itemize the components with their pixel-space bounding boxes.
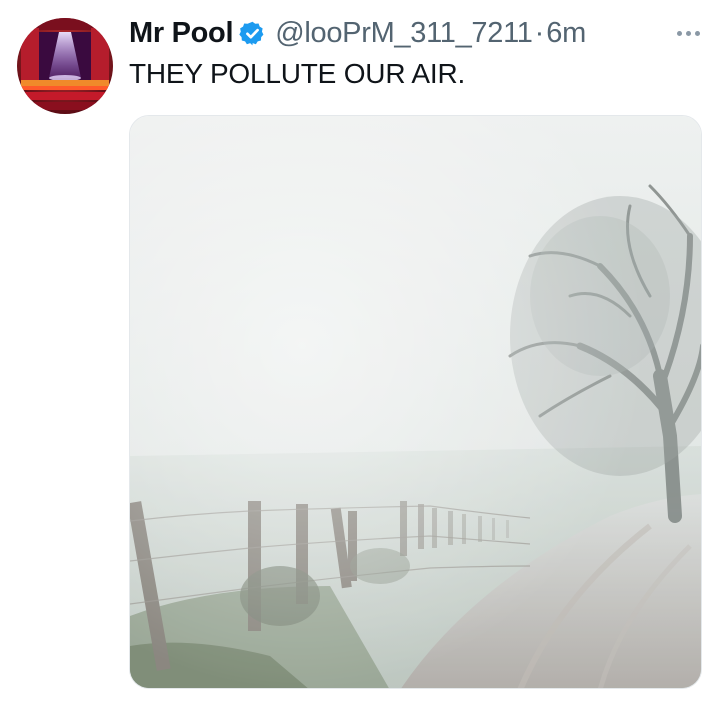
tweet-media-image[interactable] (129, 115, 702, 689)
author-avatar[interactable] (17, 18, 113, 114)
avatar-theater-stage-image (17, 18, 113, 114)
more-horizontal-icon[interactable] (672, 22, 704, 44)
author-handle[interactable]: @looPrM_311_7211 (275, 17, 533, 50)
verified-badge-icon[interactable] (239, 20, 266, 47)
author-name[interactable]: Mr Pool (129, 17, 234, 50)
foggy-country-road-photo (130, 116, 701, 688)
tweet-header: Mr Pool @looPrM_311_7211 · 6m (129, 14, 586, 52)
separator-dot: · (534, 16, 545, 49)
tweet-timestamp[interactable]: 6m (546, 17, 586, 50)
tweet-text: THEY POLLUTE OUR AIR. (129, 58, 466, 89)
